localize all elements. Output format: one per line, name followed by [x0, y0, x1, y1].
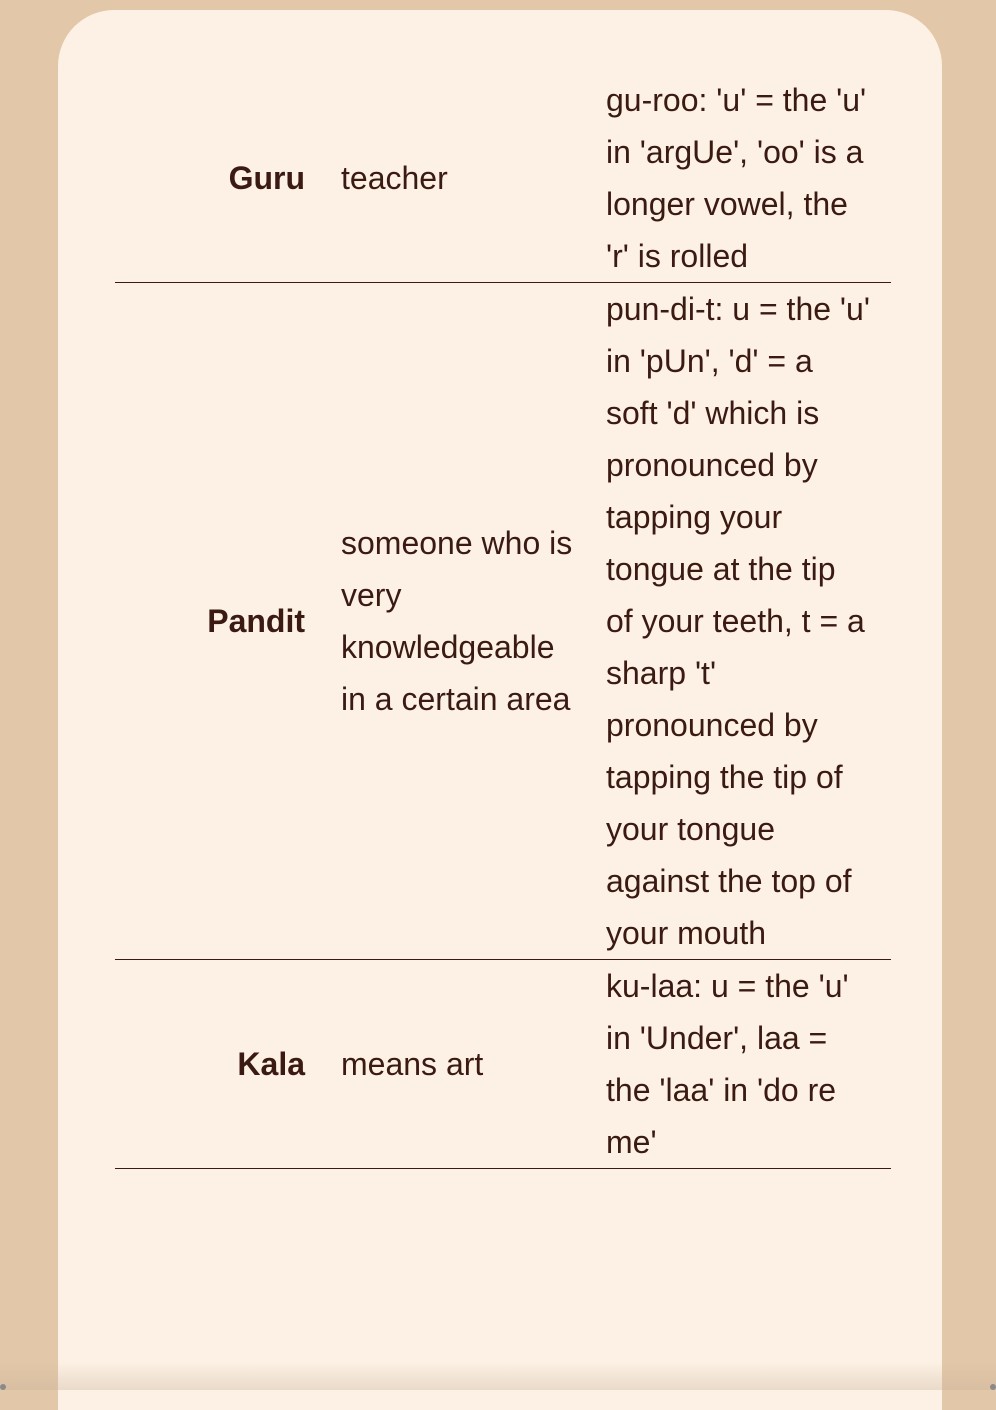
content-card: Guru teacher gu-roo: 'u' = the 'u' in 'a…	[58, 10, 942, 1410]
term-cell: Kala	[237, 1046, 305, 1082]
meaning-cell: means art	[341, 1046, 484, 1082]
term-cell: Pandit	[207, 603, 305, 639]
pronunciation-cell: ku-laa: u = the 'u' in 'Under', laa = th…	[606, 968, 849, 1160]
window-corner-left	[0, 1384, 6, 1390]
window-corner-right	[990, 1384, 996, 1390]
vocabulary-table: Guru teacher gu-roo: 'u' = the 'u' in 'a…	[115, 74, 891, 1169]
term-cell: Guru	[228, 160, 305, 196]
pronunciation-cell: gu-roo: 'u' = the 'u' in 'argUe', 'oo' i…	[606, 82, 867, 274]
table-row: Pandit someone who is very knowledgeable…	[115, 283, 891, 960]
meaning-cell: someone who is very knowledgeable in a c…	[341, 525, 573, 717]
table-row: Guru teacher gu-roo: 'u' = the 'u' in 'a…	[115, 74, 891, 283]
pronunciation-cell: pun-di-t: u = the 'u' in 'pUn', 'd' = a …	[606, 291, 870, 951]
meaning-cell: teacher	[341, 160, 448, 196]
table-row: Kala means art ku-laa: u = the 'u' in 'U…	[115, 960, 891, 1169]
